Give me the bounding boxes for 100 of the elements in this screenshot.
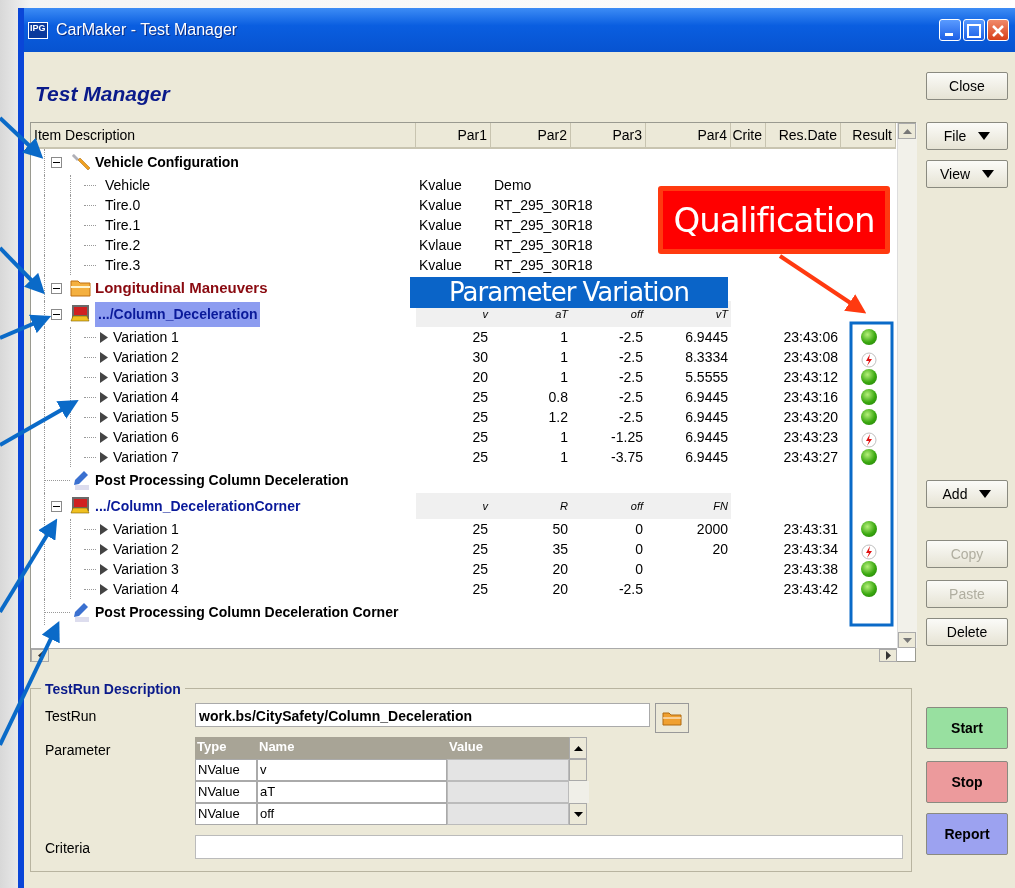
table-cell-text: 1: [560, 427, 568, 447]
side-button[interactable]: View: [926, 160, 1008, 188]
tree-item[interactable]: Variation 4: [113, 578, 179, 600]
value-cell[interactable]: [447, 781, 569, 803]
column-header[interactable]: Par2: [491, 123, 571, 149]
grid-cell[interactable]: v: [257, 759, 447, 781]
expander-icon[interactable]: [51, 500, 62, 512]
tree-item[interactable]: Vehicle: [105, 174, 151, 196]
table-cell-text: 6.9445: [685, 327, 728, 347]
grid-header: Type: [195, 737, 257, 759]
table-cell-text: Kvalue: [419, 175, 462, 195]
column-header[interactable]: Item Description: [31, 123, 416, 149]
table-cell-text: 20: [712, 539, 728, 559]
arrow-up-icon[interactable]: [902, 128, 912, 134]
side-button[interactable]: Delete: [926, 618, 1008, 646]
criteria-field[interactable]: [194, 835, 903, 859]
table-cell-text: 0: [635, 539, 643, 559]
column-header[interactable]: Result: [841, 123, 896, 149]
grid-cell[interactable]: off: [257, 803, 447, 825]
folder-icon: [70, 278, 92, 298]
side-button[interactable]: Close: [926, 72, 1008, 100]
table-cell-text: 5.5555: [685, 367, 728, 387]
table-cell-text: -2.5: [618, 387, 643, 407]
tree-item[interactable]: Variation 1: [113, 518, 179, 540]
table-cell-text: -2.5: [618, 367, 643, 387]
testrun-field[interactable]: work.bs/CitySafety/Column_Deceleration: [195, 703, 650, 727]
annotation-label: Parameter Variation: [410, 277, 728, 308]
grid-cell[interactable]: aT: [257, 781, 447, 803]
tree-item[interactable]: Variation 1: [113, 326, 179, 348]
tree-item[interactable]: Tire.3: [105, 254, 141, 276]
tree-item[interactable]: Variation 2: [113, 346, 179, 368]
scroll-down-button[interactable]: [569, 803, 587, 825]
arrow-right-icon[interactable]: [885, 651, 891, 660]
column-header[interactable]: Res.Date: [766, 123, 841, 149]
table-cell-text: RT_295_30R18: [494, 195, 593, 215]
vertical-scrollbar[interactable]: [897, 123, 917, 648]
grid-cell: NValue: [195, 781, 257, 803]
expander-icon[interactable]: [51, 156, 62, 168]
column-header[interactable]: Par3: [571, 123, 646, 149]
table-cell-text: 1: [560, 327, 568, 347]
browse-button[interactable]: [655, 703, 689, 733]
annotation-arrow: [0, 246, 45, 295]
minimize-button[interactable]: [939, 19, 961, 41]
side-button[interactable]: Add: [926, 480, 1008, 508]
tree-item[interactable]: Tire.2: [105, 234, 141, 256]
tree-item[interactable]: Variation 4: [113, 386, 179, 408]
tree-item[interactable]: Variation 2: [113, 538, 179, 560]
column-header[interactable]: Par1: [416, 123, 491, 149]
table-cell-text: 23:43:12: [783, 367, 838, 387]
table-cell-text: 6.9445: [685, 447, 728, 467]
horizontal-scrollbar[interactable]: [31, 648, 897, 662]
arrow-left-icon[interactable]: [37, 651, 43, 660]
scroll-up-button[interactable]: [569, 737, 587, 759]
testrun-item[interactable]: .../Column_Deceleration: [95, 301, 261, 327]
close-window-button[interactable]: [987, 19, 1009, 41]
table-cell-text: 1: [560, 367, 568, 387]
tree-item[interactable]: Variation 6: [113, 426, 179, 448]
value-cell[interactable]: [447, 759, 569, 781]
table-cell-text: 35: [552, 539, 568, 559]
table-cell-text: 23:43:23: [783, 427, 838, 447]
tree-item[interactable]: Tire.0: [105, 194, 141, 216]
action-button[interactable]: Stop: [926, 761, 1008, 803]
grid-header: Value: [447, 737, 569, 759]
tree-item[interactable]: Post Processing Column Deceleration Corner: [95, 601, 399, 623]
maximize-button[interactable]: [963, 19, 985, 41]
tree-item[interactable]: Variation 3: [113, 366, 179, 388]
table-cell-text: 30: [472, 347, 488, 367]
expander-icon[interactable]: [51, 282, 62, 294]
table-cell-text: RT_295_30R18: [494, 235, 593, 255]
action-button[interactable]: Start: [926, 707, 1008, 749]
table-cell-text: 2000: [696, 519, 728, 539]
action-button[interactable]: Report: [926, 813, 1008, 855]
column-header[interactable]: Par4: [646, 123, 731, 149]
table-cell-text: 25: [472, 579, 488, 599]
tree-item[interactable]: Longitudinal Maneuvers: [95, 276, 268, 300]
parameter-header: v: [482, 498, 488, 514]
tree-item[interactable]: Variation 7: [113, 446, 179, 468]
table-cell-text: -2.5: [618, 579, 643, 599]
side-button[interactable]: File: [926, 122, 1008, 150]
field-label: Parameter: [45, 741, 112, 760]
table-cell-text: Kvlaue: [419, 235, 462, 255]
table-cell-text: 23:43:38: [783, 559, 838, 579]
arrow-down-icon[interactable]: [902, 637, 912, 643]
tree-item[interactable]: Variation 3: [113, 558, 179, 580]
annotation-callout: Qualification: [658, 186, 890, 254]
testrun-item[interactable]: .../Column_DecelerationCorner: [95, 495, 301, 517]
tree-item[interactable]: Tire.1: [105, 214, 141, 236]
column-header[interactable]: Crite: [731, 123, 766, 149]
parameter-header: v: [482, 306, 488, 322]
table-cell-text: 6.9445: [685, 427, 728, 447]
table-cell-text: 20: [472, 367, 488, 387]
scroll-thumb[interactable]: [569, 759, 587, 781]
tree-item[interactable]: Vehicle Configuration: [95, 151, 239, 173]
tree-item[interactable]: Post Processing Column Deceleration: [95, 469, 349, 491]
value-cell[interactable]: [447, 803, 569, 825]
monitor-icon: [70, 495, 92, 517]
play-icon: [100, 563, 108, 575]
table-cell-text: 25: [472, 427, 488, 447]
tree-item[interactable]: Variation 5: [113, 406, 179, 428]
expander-icon[interactable]: [51, 308, 62, 320]
